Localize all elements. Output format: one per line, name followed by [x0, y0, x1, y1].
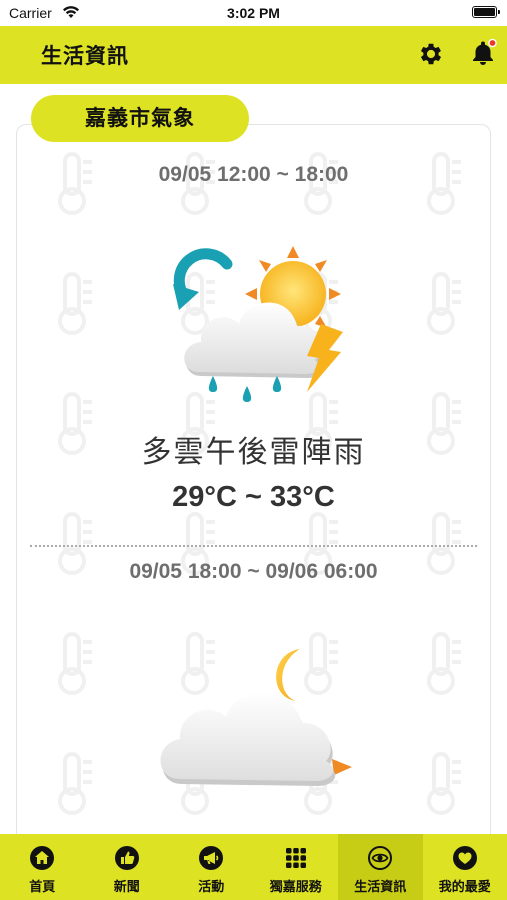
nav-label: 獨嘉服務 — [269, 880, 322, 895]
nav-item-home[interactable]: 首頁 — [0, 834, 85, 900]
page-title: 生活資訊 — [41, 44, 129, 68]
city-label-pill: 嘉義市氣象 — [31, 95, 249, 142]
nav-label: 我的最愛 — [438, 880, 491, 895]
nav-label: 生活資訊 — [354, 880, 407, 895]
period-time-range: 09/05 18:00 ~ 09/06 06:00 — [129, 560, 378, 583]
nav-label: 首頁 — [29, 880, 56, 895]
battery-icon — [472, 6, 500, 18]
heart-icon — [452, 846, 477, 870]
home-icon — [30, 846, 55, 870]
nav-item-events[interactable]: 活動 — [169, 834, 254, 900]
megaphone-icon — [199, 846, 224, 870]
nav-item-life-info[interactable]: 生活資訊 — [338, 834, 423, 900]
eye-icon — [368, 846, 393, 870]
nav-item-favorites[interactable]: 我的最愛 — [423, 834, 507, 900]
grid-icon — [285, 848, 306, 868]
cloud-moon-icon — [160, 649, 352, 786]
cloud-sun-rain-thunder-icon — [173, 246, 343, 402]
notification-dot — [488, 38, 497, 48]
nav-label: 新聞 — [113, 880, 140, 895]
clock: 3:02 PM — [227, 5, 280, 21]
bell-icon[interactable] — [468, 38, 498, 68]
thumbs-up-icon — [114, 846, 139, 870]
city-label: 嘉義市氣象 — [85, 106, 195, 130]
nav-item-news[interactable]: 新聞 — [85, 834, 170, 900]
status-bar: Carrier 3:02 PM — [0, 0, 507, 26]
period-time-range: 09/05 12:00 ~ 18:00 — [158, 163, 349, 186]
bottom-nav: 首頁 新聞 活動 獨嘉服務 生活資訊 我的最愛 — [0, 834, 507, 900]
weather-description: 多雲午後雷陣雨 — [141, 435, 366, 470]
period-divider — [30, 545, 477, 547]
page-indicator — [230, 826, 282, 834]
gear-icon[interactable] — [417, 40, 445, 68]
temperature-range: 29°C ~ 33°C — [172, 481, 335, 513]
weather-content[interactable]: 嘉義市氣象 09/05 12:00 ~ 18:00 多雲午後雷陣雨 29°C ~… — [0, 84, 507, 834]
nav-label: 活動 — [198, 880, 225, 895]
nav-item-services[interactable]: 獨嘉服務 — [254, 834, 339, 900]
app-header: 生活資訊 — [0, 26, 507, 84]
